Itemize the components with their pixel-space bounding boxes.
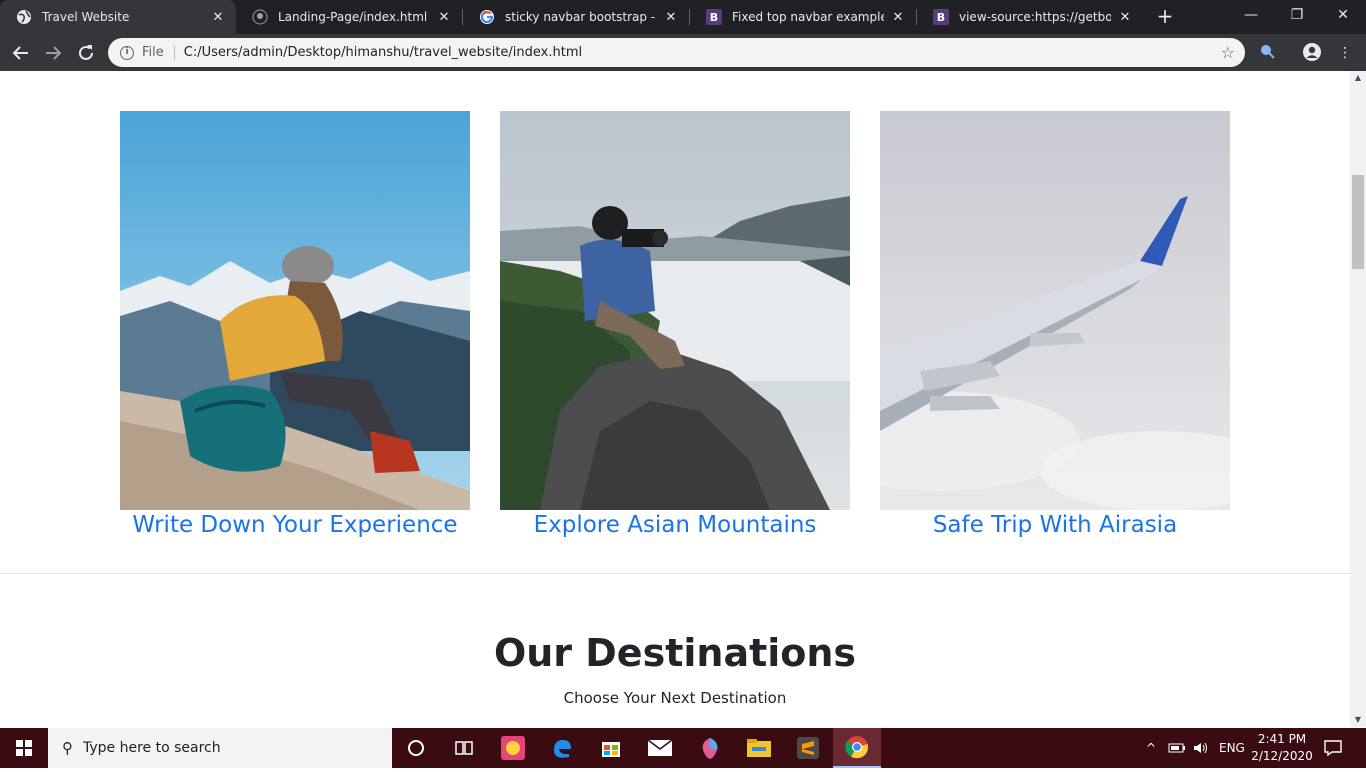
experience-card[interactable]: Write Down Your Experience [120, 111, 470, 538]
scroll-down-arrow-icon[interactable]: ▼ [1350, 713, 1366, 727]
hiker-writing-image [120, 111, 470, 510]
page-scrollbar[interactable]: ▲ ▼ [1350, 71, 1366, 727]
section-divider [0, 573, 1350, 574]
tab-google-search[interactable]: sticky navbar bootstrap - Goog ✕ [463, 0, 689, 34]
forward-button[interactable] [40, 40, 66, 66]
tab-close-icon[interactable]: ✕ [1117, 10, 1133, 25]
globe-icon [16, 9, 32, 25]
tab-title: sticky navbar bootstrap - Goog [505, 10, 657, 24]
airplane-wing-image [880, 111, 1230, 510]
tab-close-icon[interactable]: ✕ [436, 10, 452, 25]
clock-time: 2:41 PM [1257, 732, 1307, 746]
bootstrap-icon: B [933, 9, 949, 25]
tab-close-icon[interactable]: ✕ [663, 10, 679, 25]
search-icon: ⚲ [62, 739, 73, 757]
arrow-left-icon [12, 46, 28, 60]
paint3d-icon[interactable] [686, 728, 734, 768]
tab-strip: Travel Website ✕ Landing-Page/index.html… [0, 0, 1366, 34]
browser-toolbar: i File C:/Users/admin/Desktop/himanshu/t… [0, 34, 1366, 71]
file-explorer-icon[interactable] [735, 728, 783, 768]
task-view-icon[interactable] [440, 728, 488, 768]
tray-chevron-icon[interactable]: ^ [1146, 728, 1156, 768]
sublime-text-icon[interactable] [784, 728, 832, 768]
scroll-up-arrow-icon[interactable]: ▲ [1350, 71, 1366, 85]
candy-crush-icon[interactable] [489, 728, 537, 768]
reload-button[interactable] [73, 40, 99, 66]
tab-view-source[interactable]: B view-source:https://getbootstr ✕ [917, 0, 1143, 34]
github-icon [252, 9, 268, 25]
battery-icon[interactable] [1168, 728, 1186, 768]
bootstrap-icon: B [706, 9, 722, 25]
windows-taskbar: ⚲ Type here to search ^ ENG 2:41 PM 2/12… [0, 728, 1366, 768]
restore-button[interactable]: ❐ [1274, 0, 1320, 30]
tab-travel-website[interactable]: Travel Website ✕ [0, 0, 236, 34]
cortana-icon[interactable] [392, 728, 440, 768]
edge-icon[interactable] [538, 728, 586, 768]
tab-landing-page[interactable]: Landing-Page/index.html at m ✕ [236, 0, 462, 34]
scrollbar-thumb[interactable] [1352, 175, 1364, 269]
start-button[interactable] [0, 728, 48, 768]
extension-icon[interactable] [1256, 42, 1278, 64]
mountains-card-caption[interactable]: Explore Asian Mountains [500, 512, 850, 538]
bookmark-star-icon[interactable]: ☆ [1221, 43, 1235, 62]
mountains-card[interactable]: Explore Asian Mountains [500, 111, 850, 538]
tab-fixed-top-navbar[interactable]: B Fixed top navbar example for B ✕ [690, 0, 916, 34]
reload-icon [79, 45, 93, 60]
url-text[interactable]: C:/Users/admin/Desktop/himanshu/travel_w… [184, 45, 582, 60]
info-icon[interactable]: i [120, 45, 134, 60]
destinations-subtitle: Choose Your Next Destination [563, 689, 787, 707]
tab-title: Fixed top navbar example for B [732, 10, 884, 24]
page-viewport: Write Down Your Experience Explore Asian… [0, 71, 1350, 727]
taskbar-search-placeholder: Type here to search [83, 740, 221, 756]
airasia-card-caption[interactable]: Safe Trip With Airasia [880, 512, 1230, 538]
windows-logo-icon [16, 740, 32, 756]
back-button[interactable] [8, 40, 34, 66]
close-window-button[interactable]: ✕ [1320, 0, 1366, 30]
clock-date: 2/12/2020 [1251, 749, 1313, 763]
tab-title: view-source:https://getbootstr [959, 10, 1111, 24]
menu-kebab-icon[interactable]: ⋮ [1334, 42, 1356, 64]
input-language[interactable]: ENG [1219, 728, 1245, 768]
tab-title: Landing-Page/index.html at m [278, 10, 430, 24]
photographer-rock-image [500, 111, 850, 510]
tab-close-icon[interactable]: ✕ [890, 10, 906, 25]
minimize-button[interactable]: — [1228, 0, 1274, 30]
tab-close-icon[interactable]: ✕ [210, 10, 226, 25]
store-icon[interactable] [587, 728, 635, 768]
volume-icon[interactable] [1192, 728, 1210, 768]
google-icon [479, 9, 495, 25]
mail-icon[interactable] [636, 728, 684, 768]
system-clock[interactable]: 2:41 PM 2/12/2020 [1247, 731, 1317, 765]
taskbar-search-box[interactable]: ⚲ Type here to search [48, 728, 392, 768]
experience-card-caption[interactable]: Write Down Your Experience [120, 512, 470, 538]
address-bar[interactable]: i File C:/Users/admin/Desktop/himanshu/t… [108, 38, 1245, 67]
notifications-icon[interactable] [1323, 728, 1343, 768]
airasia-card[interactable]: Safe Trip With Airasia [880, 111, 1230, 538]
new-tab-button[interactable]: + [1154, 5, 1176, 27]
profile-avatar-icon[interactable] [1301, 42, 1323, 64]
scheme-label: File [142, 45, 164, 60]
chrome-icon[interactable] [833, 728, 881, 768]
arrow-right-icon [46, 46, 62, 60]
tab-title: Travel Website [42, 10, 130, 24]
destinations-heading: Our Destinations [493, 631, 857, 675]
omnibox-divider [173, 44, 175, 61]
